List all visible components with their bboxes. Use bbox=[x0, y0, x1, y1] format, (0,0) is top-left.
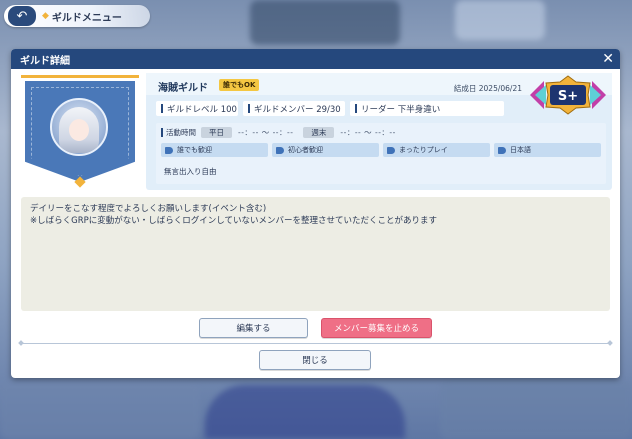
emblem-top-bar bbox=[21, 75, 139, 78]
close-icon[interactable]: ✕ bbox=[602, 51, 614, 67]
background-scene-right bbox=[440, 380, 632, 439]
guild-leader: リーダー 下半身違い bbox=[350, 101, 504, 116]
join-policy: 無言出入り自由 bbox=[164, 167, 217, 176]
close-button[interactable]: 閉じる bbox=[259, 350, 371, 370]
description-line-1: デイリーをこなす程度でよろしくお願いします(イベント含む) bbox=[30, 204, 267, 214]
divider bbox=[21, 343, 610, 344]
edit-button[interactable]: 編集する bbox=[199, 318, 308, 338]
tag-icon bbox=[276, 146, 284, 154]
avatar-face bbox=[69, 119, 89, 141]
dialog-title: ギルド詳細 bbox=[20, 55, 70, 67]
tag-label: 日本語 bbox=[510, 146, 531, 154]
background-building bbox=[455, 0, 545, 40]
background-character bbox=[205, 385, 405, 439]
description-line-2: ※しばらくGRPに変動がない・しばらくログインしていないメンバーを整理させていた… bbox=[30, 216, 437, 226]
rank-text: S+ bbox=[558, 89, 578, 104]
tag-item: 初心者歓迎 bbox=[272, 143, 379, 157]
weekend-label: 週末 bbox=[303, 127, 335, 138]
tag-icon bbox=[165, 146, 173, 154]
menu-title: ギルドメニュー bbox=[51, 12, 122, 24]
avatar-hair bbox=[59, 107, 99, 153]
tag-icon bbox=[498, 146, 506, 154]
founded-date: 結成日 2025/06/21 bbox=[453, 84, 522, 93]
activity-time-row: 活動時間 平日 --：-- 〜 --：-- 週末 --：-- 〜 --：-- bbox=[161, 127, 406, 138]
tag-item: 日本語 bbox=[494, 143, 601, 157]
guild-emblem bbox=[21, 75, 139, 193]
weekday-time: --：-- 〜 --：-- bbox=[238, 128, 294, 137]
guild-avatar bbox=[50, 98, 108, 156]
guild-name: 海賊ギルド bbox=[158, 83, 208, 94]
tag-label: 誰でも歓迎 bbox=[177, 146, 212, 154]
diamond-icon: ◆ bbox=[42, 11, 49, 21]
back-arrow-icon: ↶ bbox=[16, 8, 28, 24]
tag-label: 初心者歓迎 bbox=[288, 146, 323, 154]
guild-detail-dialog: ギルド詳細 ✕ 海賊ギルド 誰でもOK 結成日 2025/06/21 S+ ギル… bbox=[11, 49, 620, 378]
guild-leader-text: リーダー 下半身違い bbox=[361, 104, 441, 115]
guild-description: デイリーをこなす程度でよろしくお願いします(イベント含む) ※しばらくGRPに変… bbox=[21, 197, 610, 311]
rank-badge-icon: S+ bbox=[530, 75, 606, 115]
guild-members: ギルドメンバー 29/30 bbox=[243, 101, 345, 116]
guild-tags: 誰でも歓迎 初心者歓迎 まったりプレイ 日本語 bbox=[161, 143, 601, 157]
activity-label: 活動時間 bbox=[161, 127, 201, 138]
background-sign bbox=[250, 0, 400, 45]
background-scene-left bbox=[0, 380, 200, 439]
weekday-label: 平日 bbox=[201, 127, 232, 138]
tag-item: まったりプレイ bbox=[383, 143, 490, 157]
guild-menu-bar: ↶ ◆ ギルドメニュー bbox=[4, 5, 150, 27]
back-button[interactable]: ↶ bbox=[8, 6, 36, 26]
guild-level: ギルドレベル 100 bbox=[156, 101, 238, 116]
tag-label: まったりプレイ bbox=[399, 146, 448, 154]
activity-section: 活動時間 平日 --：-- 〜 --：-- 週末 --：-- 〜 --：-- 誰… bbox=[156, 123, 606, 184]
stop-recruit-button[interactable]: メンバー募集を止める bbox=[321, 318, 432, 338]
weekend-time: --：-- 〜 --：-- bbox=[340, 128, 396, 137]
join-badge: 誰でもOK bbox=[219, 79, 260, 91]
guild-info-panel: 海賊ギルド 誰でもOK 結成日 2025/06/21 S+ ギルドレベル 100… bbox=[146, 73, 612, 190]
guild-members-text: ギルドメンバー 29/30 bbox=[254, 104, 341, 115]
guild-level-text: ギルドレベル 100 bbox=[167, 104, 237, 115]
dialog-header: ギルド詳細 ✕ bbox=[11, 49, 620, 69]
tag-icon bbox=[387, 146, 395, 154]
tag-item: 誰でも歓迎 bbox=[161, 143, 268, 157]
